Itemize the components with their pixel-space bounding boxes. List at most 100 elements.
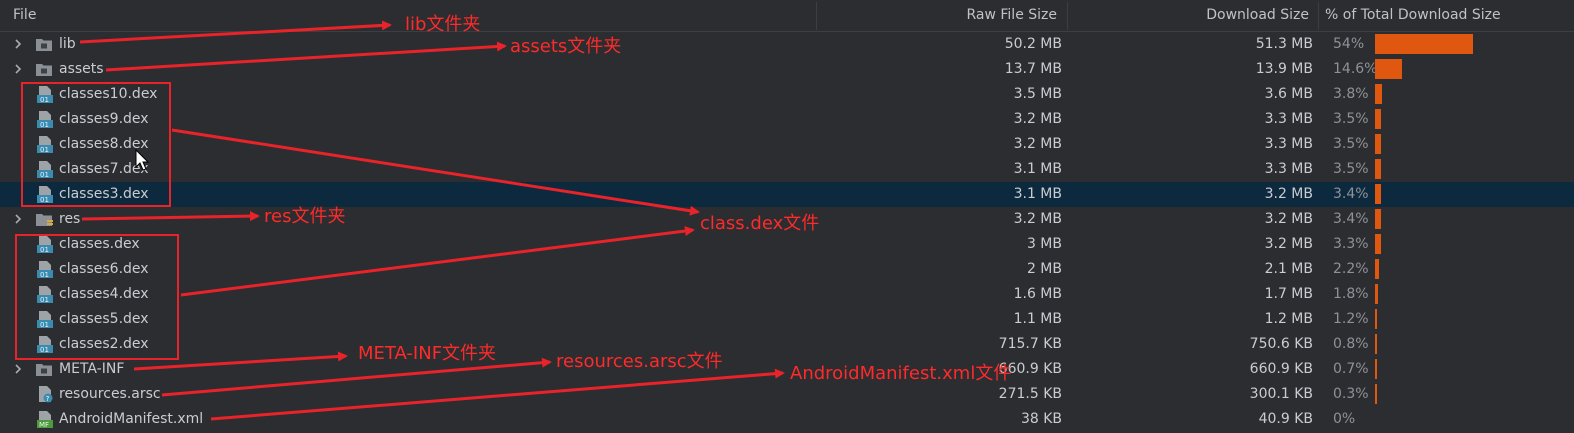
size-percentage-bar [1375, 134, 1381, 154]
table-row[interactable]: META-INF 660.9 KB 660.9 KB 0.7% [0, 357, 1574, 382]
chevron-right-icon[interactable] [12, 38, 24, 50]
download-size: 13.9 MB [1255, 61, 1313, 77]
column-divider[interactable] [1318, 2, 1319, 30]
annotation-arsc: resources.arsc文件 [556, 351, 723, 372]
raw-file-size: 3.2 MB [1013, 136, 1062, 152]
size-percentage-bar [1375, 59, 1402, 79]
table-row[interactable]: MF AndroidManifest.xml 38 KB 40.9 KB 0% [0, 407, 1574, 432]
column-divider[interactable] [1067, 2, 1068, 30]
size-percentage-bar [1375, 109, 1381, 129]
raw-file-size: 1.1 MB [1013, 311, 1062, 327]
annotation-manifest: AndroidManifest.xml文件 [790, 363, 1012, 384]
size-percentage-bar [1375, 334, 1377, 354]
raw-file-size: 13.7 MB [1004, 61, 1062, 77]
dex-group-box-bottom [15, 234, 179, 360]
table-row[interactable]: 01 classes4.dex 1.6 MB 1.7 MB 1.8% [0, 282, 1574, 307]
res-folder-icon [35, 211, 53, 228]
file-name: res [59, 211, 81, 227]
percent-label: 14.6% [1333, 61, 1378, 77]
download-size: 2.1 MB [1264, 261, 1313, 277]
table-row[interactable]: 01 classes3.dex 3.1 MB 3.2 MB 3.4% [0, 182, 1574, 207]
percent-label: 3.3% [1333, 236, 1369, 252]
file-name: lib [59, 36, 76, 52]
size-percentage-bar [1375, 359, 1377, 379]
percent-label: 0.7% [1333, 361, 1369, 377]
raw-file-size: 3.2 MB [1013, 211, 1062, 227]
percent-label: 3.5% [1333, 136, 1369, 152]
table-row[interactable]: 01 classes5.dex 1.1 MB 1.2 MB 1.2% [0, 307, 1574, 332]
chevron-right-icon[interactable] [12, 63, 24, 75]
download-size: 1.2 MB [1264, 311, 1313, 327]
chevron-right-icon[interactable] [12, 213, 24, 225]
download-size: 3.6 MB [1264, 86, 1313, 102]
arsc-file-icon: ? [36, 386, 54, 403]
annotation-assets: assets文件夹 [510, 36, 622, 57]
size-percentage-bar [1375, 284, 1378, 304]
column-header-raw-size[interactable]: Raw File Size [966, 0, 1057, 31]
annotation-lib: lib文件夹 [405, 14, 481, 35]
column-header-percent[interactable]: % of Total Download Size [1325, 0, 1501, 31]
raw-file-size: 3.1 MB [1013, 186, 1062, 202]
table-row[interactable]: ? resources.arsc 271.5 KB 300.1 KB 0.3% [0, 382, 1574, 407]
raw-file-size: 3.5 MB [1013, 86, 1062, 102]
percent-label: 2.2% [1333, 261, 1369, 277]
dex-group-box-top [21, 82, 171, 207]
download-size: 660.9 KB [1249, 361, 1313, 377]
percent-label: 3.5% [1333, 111, 1369, 127]
annotation-res: res文件夹 [264, 206, 346, 227]
size-percentage-bar [1375, 309, 1377, 329]
annotation-metainf: META-INF文件夹 [358, 343, 497, 364]
folder-icon [35, 36, 53, 53]
manifest-file-icon: MF [36, 411, 54, 429]
percent-label: 0% [1333, 411, 1356, 427]
table-row[interactable]: 01 classes10.dex 3.5 MB 3.6 MB 3.8% [0, 82, 1574, 107]
svg-text:MF: MF [39, 421, 49, 428]
raw-file-size: 3.2 MB [1013, 111, 1062, 127]
column-divider[interactable] [816, 2, 817, 30]
percent-label: 3.8% [1333, 86, 1369, 102]
table-row[interactable]: 01 classes9.dex 3.2 MB 3.3 MB 3.5% [0, 107, 1574, 132]
table-header: File Raw File Size Download Size % of To… [0, 0, 1574, 32]
table-row[interactable]: 01 classes8.dex 3.2 MB 3.3 MB 3.5% [0, 132, 1574, 157]
file-name: AndroidManifest.xml [59, 411, 204, 427]
table-row[interactable]: 01 classes2.dex 715.7 KB 750.6 KB 0.8% [0, 332, 1574, 357]
download-size: 3.2 MB [1264, 211, 1313, 227]
download-size: 51.3 MB [1255, 36, 1313, 52]
size-percentage-bar [1375, 84, 1382, 104]
size-percentage-bar [1375, 384, 1377, 404]
percent-label: 0.8% [1333, 336, 1369, 352]
download-size: 3.3 MB [1264, 161, 1313, 177]
download-size: 300.1 KB [1249, 386, 1313, 402]
table-row[interactable]: assets 13.7 MB 13.9 MB 14.6% [0, 57, 1574, 82]
table-row[interactable]: 01 classes6.dex 2 MB 2.1 MB 2.2% [0, 257, 1574, 282]
table-row[interactable]: 01 classes.dex 3 MB 3.2 MB 3.3% [0, 232, 1574, 257]
table-row[interactable]: lib 50.2 MB 51.3 MB 54% [0, 32, 1574, 57]
size-percentage-bar [1375, 34, 1473, 54]
size-percentage-bar [1375, 259, 1379, 279]
size-percentage-bar [1375, 209, 1381, 229]
column-header-file[interactable]: File [13, 0, 36, 31]
raw-file-size: 3.1 MB [1013, 161, 1062, 177]
raw-file-size: 3 MB [1026, 236, 1062, 252]
percent-label: 3.4% [1333, 211, 1369, 227]
file-name: assets [59, 61, 104, 77]
column-header-download-size[interactable]: Download Size [1206, 0, 1309, 31]
raw-file-size: 50.2 MB [1004, 36, 1062, 52]
percent-label: 54% [1333, 36, 1365, 52]
size-percentage-bar [1375, 184, 1381, 204]
annotation-dex: class.dex文件 [700, 213, 820, 234]
percent-label: 0.3% [1333, 386, 1369, 402]
file-name: resources.arsc [59, 386, 161, 402]
folder-icon [35, 61, 53, 78]
size-percentage-bar [1375, 159, 1381, 179]
download-size: 3.3 MB [1264, 136, 1313, 152]
raw-file-size: 715.7 KB [998, 336, 1062, 352]
svg-text:?: ? [46, 395, 50, 403]
raw-file-size: 271.5 KB [998, 386, 1062, 402]
table-row[interactable]: 01 classes7.dex 3.1 MB 3.3 MB 3.5% [0, 157, 1574, 182]
file-name: META-INF [59, 361, 125, 377]
chevron-right-icon[interactable] [12, 363, 24, 375]
raw-file-size: 1.6 MB [1013, 286, 1062, 302]
download-size: 3.3 MB [1264, 111, 1313, 127]
download-size: 3.2 MB [1264, 236, 1313, 252]
